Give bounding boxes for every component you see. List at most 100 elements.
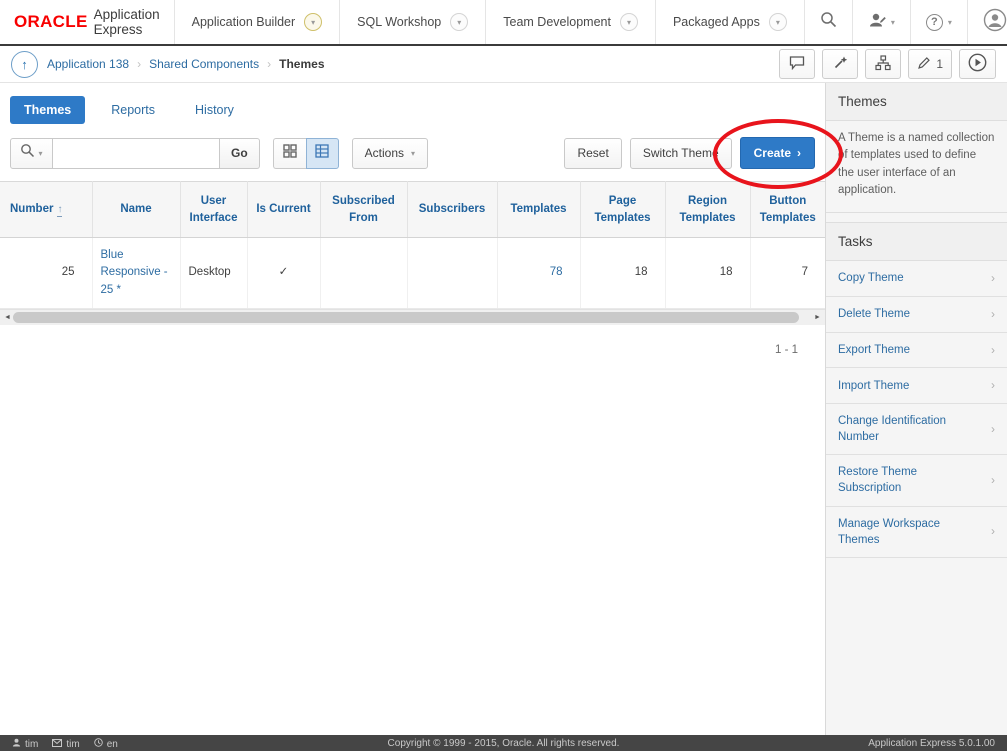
actions-menu-button[interactable]: Actions ▾: [352, 138, 428, 169]
tab-reports[interactable]: Reports: [97, 96, 169, 124]
nav-tab-packaged-apps[interactable]: Packaged Apps ▾: [655, 0, 804, 44]
sort-ascending-icon[interactable]: ↑: [57, 205, 62, 217]
task-restore-theme-subscription[interactable]: Restore Theme Subscription›: [826, 455, 1007, 506]
edit-page-button[interactable]: 1: [908, 49, 952, 79]
search-input[interactable]: [53, 138, 220, 169]
toolbar-right-buttons: Reset Switch Theme Create ›: [564, 137, 815, 169]
tab-history[interactable]: History: [181, 96, 248, 124]
chevron-down-icon[interactable]: ▾: [769, 13, 787, 31]
check-icon: ✓: [279, 266, 289, 278]
nav-tab-application-builder[interactable]: Application Builder ▾: [174, 0, 340, 44]
chevron-right-icon: ›: [991, 306, 995, 323]
task-delete-theme[interactable]: Delete Theme›: [826, 297, 1007, 333]
sidebar-tasks-title: Tasks: [826, 222, 1007, 261]
scrollbar-thumb[interactable]: [13, 312, 799, 323]
clock-icon: [94, 738, 103, 750]
nav-tab-team-development[interactable]: Team Development ▾: [485, 0, 655, 44]
cell-region-templates: 18: [665, 238, 750, 309]
go-button[interactable]: Go: [220, 138, 260, 169]
chevron-down-icon[interactable]: ▾: [620, 13, 638, 31]
nav-tab-label: SQL Workshop: [357, 15, 441, 29]
run-application-button[interactable]: [959, 49, 996, 79]
breadcrumb-bar: ↑ Application 138 › Shared Components › …: [0, 46, 1007, 83]
chevron-down-icon: ▾: [38, 149, 42, 158]
task-export-theme[interactable]: Export Theme›: [826, 333, 1007, 369]
column-header-templates[interactable]: Templates: [497, 182, 580, 238]
column-header-region-templates[interactable]: Region Templates: [665, 182, 750, 238]
footer-user[interactable]: tim: [12, 738, 38, 750]
account-menu-button[interactable]: [967, 0, 1007, 44]
cell-subscribed-from: [320, 238, 407, 309]
breadcrumb-shared-components[interactable]: Shared Components: [149, 57, 259, 71]
report-view-button[interactable]: [306, 138, 339, 169]
quick-edit-button[interactable]: [822, 49, 858, 79]
search-button[interactable]: [804, 0, 852, 44]
column-header-number[interactable]: Number↑: [0, 182, 92, 238]
footer-language[interactable]: en: [94, 738, 118, 750]
breadcrumb-separator-icon: ›: [267, 57, 271, 71]
footer-copyright: Copyright © 1999 - 2015, Oracle. All rig…: [0, 738, 1007, 749]
pagination-label: 1 - 1: [0, 325, 825, 356]
column-header-user-interface[interactable]: User Interface: [180, 182, 247, 238]
chevron-down-icon[interactable]: ▾: [304, 13, 322, 31]
breadcrumb-application[interactable]: Application 138: [47, 57, 129, 71]
create-button[interactable]: Create ›: [740, 137, 815, 169]
templates-count-link[interactable]: 78: [550, 266, 563, 278]
feedback-button[interactable]: [779, 49, 815, 79]
avatar-icon: [983, 8, 1007, 37]
actions-label: Actions: [365, 146, 404, 160]
search-icon: [820, 11, 837, 33]
nav-tab-label: Team Development: [503, 15, 611, 29]
view-toggle: [273, 138, 339, 169]
header-utility-icons: ▾ ? ▾: [804, 0, 1007, 44]
search-column-selector[interactable]: ▾: [10, 138, 53, 169]
shared-components-button[interactable]: [865, 49, 901, 79]
reset-button[interactable]: Reset: [564, 138, 621, 169]
cell-is-current: ✓: [247, 238, 320, 309]
footer-session-info: tim tim en: [12, 738, 118, 750]
column-header-subscribers[interactable]: Subscribers: [407, 182, 497, 238]
search-icon: [20, 143, 35, 163]
play-icon: [968, 53, 987, 75]
product-name: Application Express: [94, 7, 160, 37]
scroll-left-icon[interactable]: ◄: [2, 314, 13, 321]
column-header-page-templates[interactable]: Page Templates: [580, 182, 665, 238]
chevron-right-icon: ›: [991, 377, 995, 394]
sidebar-about-title: Themes: [826, 83, 1007, 121]
icon-view-button[interactable]: [273, 138, 306, 169]
horizontal-scrollbar[interactable]: ◄ ►: [0, 309, 825, 325]
user-icon: [12, 738, 21, 750]
task-copy-theme[interactable]: Copy Theme›: [826, 261, 1007, 297]
tab-themes[interactable]: Themes: [10, 96, 85, 124]
help-menu-button[interactable]: ? ▾: [910, 0, 967, 44]
page-tabs: Themes Reports History: [0, 83, 825, 133]
task-change-identification-number[interactable]: Change Identification Number›: [826, 404, 1007, 455]
sitemap-icon: [875, 55, 891, 74]
nav-tab-label: Packaged Apps: [673, 15, 760, 29]
footer-workspace[interactable]: tim: [52, 738, 79, 750]
up-level-button[interactable]: ↑: [11, 51, 38, 78]
column-header-is-current[interactable]: Is Current: [247, 182, 320, 238]
task-manage-workspace-themes[interactable]: Manage Workspace Themes›: [826, 507, 1007, 558]
chevron-right-icon: ›: [991, 270, 995, 287]
comment-bubble-icon: [789, 55, 805, 73]
top-navigation-bar: ORACLE Application Express Application B…: [0, 0, 1007, 46]
nav-tab-sql-workshop[interactable]: SQL Workshop ▾: [339, 0, 485, 44]
administration-menu-button[interactable]: ▾: [852, 0, 910, 44]
column-header-subscribed-from[interactable]: Subscribed From: [320, 182, 407, 238]
report-toolbar: ▾ Go Actions ▾: [0, 133, 825, 181]
cell-templates: 78: [497, 238, 580, 309]
create-label: Create: [754, 146, 791, 160]
column-header-button-templates[interactable]: Button Templates: [750, 182, 825, 238]
chevron-down-icon[interactable]: ▾: [450, 13, 468, 31]
theme-name-link[interactable]: Blue Responsive - 25 *: [101, 249, 168, 296]
switch-theme-button[interactable]: Switch Theme: [630, 138, 732, 169]
scroll-right-icon[interactable]: ►: [812, 314, 823, 321]
footer-version: Application Express 5.0.1.00: [868, 738, 995, 749]
task-import-theme[interactable]: Import Theme›: [826, 368, 1007, 404]
column-header-name[interactable]: Name: [92, 182, 180, 238]
chevron-down-icon: ▾: [948, 18, 952, 27]
cell-name: Blue Responsive - 25 *: [92, 238, 180, 309]
chevron-down-icon: ▾: [891, 18, 895, 27]
table-row: 25 Blue Responsive - 25 * Desktop ✓ 78 1…: [0, 238, 825, 309]
